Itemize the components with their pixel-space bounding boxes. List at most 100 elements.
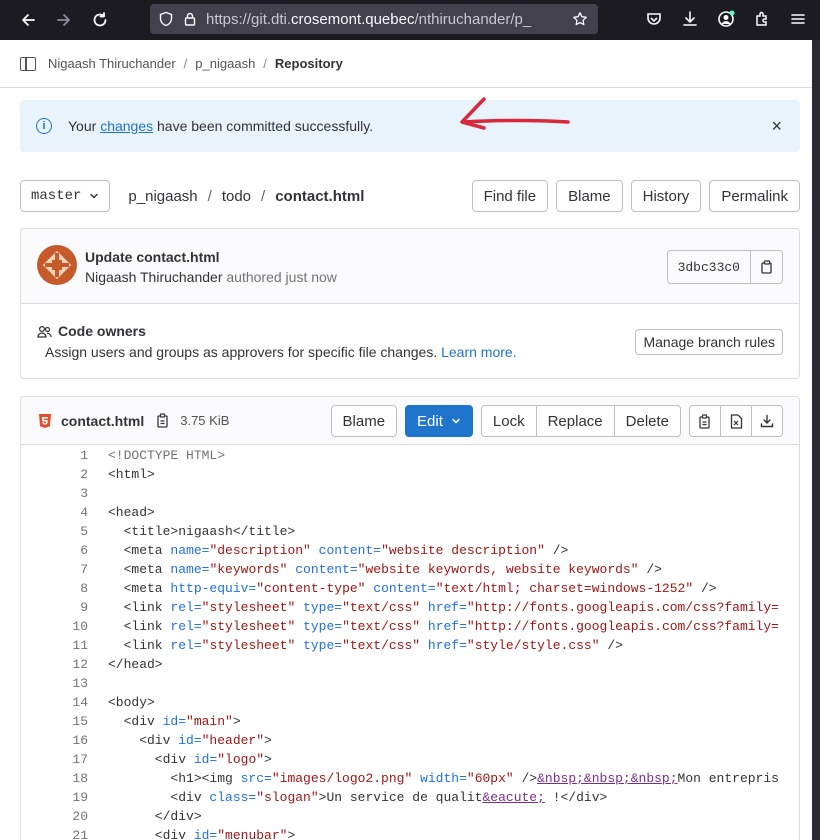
changes-link[interactable]: changes	[100, 118, 153, 134]
code-line: 17 <div id="logo">	[21, 750, 799, 769]
line-number[interactable]: 4	[21, 503, 108, 522]
file-viewer: contact.html 3.75 KiB Blame Edit Lock Re…	[20, 396, 800, 840]
copy-icon	[760, 260, 772, 274]
line-number[interactable]: 17	[21, 750, 108, 769]
line-number[interactable]: 16	[21, 731, 108, 750]
copy-icon	[699, 413, 710, 429]
line-number[interactable]: 21	[21, 826, 108, 840]
extensions-icon[interactable]	[750, 6, 774, 32]
pocket-icon[interactable]	[642, 6, 666, 32]
code-line: 8 <meta http-equiv="content-type" conten…	[21, 579, 799, 598]
line-number[interactable]: 15	[21, 712, 108, 731]
lock-icon[interactable]	[182, 11, 198, 27]
manage-branch-rules-button[interactable]: Manage branch rules	[635, 329, 783, 355]
line-source: <head>	[108, 505, 155, 520]
commit-author[interactable]: Nigaash Thiruchander	[85, 269, 223, 285]
line-number[interactable]: 14	[21, 693, 108, 712]
delete-button[interactable]: Delete	[613, 405, 681, 437]
menu-icon[interactable]	[786, 6, 810, 32]
edit-dropdown-button[interactable]: Edit	[405, 405, 473, 437]
alert-message: Your changes have been committed success…	[68, 118, 374, 134]
browser-toolbar: https://git.dti.crosemont.quebec/nthiruc…	[0, 0, 820, 40]
code-line: 2 <html>	[21, 465, 799, 484]
line-number[interactable]: 13	[21, 674, 108, 693]
copy-contents-button[interactable]	[689, 405, 721, 437]
line-number[interactable]: 5	[21, 522, 108, 541]
file-size: 3.75 KiB	[180, 413, 230, 428]
repository-toolbar: master p_nigaash / todo / contact.html F…	[20, 180, 800, 212]
open-raw-button[interactable]	[720, 405, 752, 437]
back-icon[interactable]	[15, 7, 41, 33]
info-icon: i	[36, 118, 52, 134]
code-line: 6 <meta name="description" content="webs…	[21, 541, 799, 560]
line-source: <link rel="stylesheet" type="text/css" h…	[108, 600, 779, 615]
line-number[interactable]: 10	[21, 617, 108, 636]
commit-title[interactable]: Update contact.html	[85, 249, 220, 265]
line-number[interactable]: 3	[21, 484, 108, 503]
code-line: 15 <div id="main">	[21, 712, 799, 731]
line-number[interactable]: 9	[21, 598, 108, 617]
find-file-button[interactable]: Find file	[471, 180, 549, 212]
shield-icon[interactable]	[158, 11, 174, 27]
line-number[interactable]: 18	[21, 769, 108, 788]
avatar[interactable]	[37, 245, 77, 285]
branch-selector[interactable]: master	[20, 180, 111, 212]
copy-file-path-icon[interactable]	[156, 413, 170, 428]
line-source: <meta http-equiv="content-type" content=…	[108, 581, 717, 596]
permalink-button[interactable]: Permalink	[709, 180, 800, 212]
file-header: contact.html 3.75 KiB Blame Edit Lock Re…	[21, 397, 799, 445]
line-number[interactable]: 7	[21, 560, 108, 579]
lock-button[interactable]: Lock	[480, 405, 537, 437]
download-button[interactable]	[751, 405, 783, 437]
code-line: 20 </div>	[21, 807, 799, 826]
code-line: 13	[21, 674, 799, 693]
reload-icon[interactable]	[87, 7, 113, 33]
code-line: 14 <body>	[21, 693, 799, 712]
close-icon[interactable]: ×	[771, 116, 782, 137]
path-segment[interactable]: todo	[222, 188, 251, 205]
code-line: 16 <div id="header">	[21, 731, 799, 750]
forward-icon[interactable]	[51, 7, 77, 33]
breadcrumb-separator: /	[183, 56, 188, 71]
code-line: 3	[21, 484, 799, 503]
history-button[interactable]: History	[630, 180, 702, 212]
breadcrumb-project[interactable]: p_nigaash	[195, 56, 255, 71]
line-number[interactable]: 8	[21, 579, 108, 598]
chevron-down-icon	[90, 193, 99, 199]
line-number[interactable]: 19	[21, 788, 108, 807]
users-icon	[37, 325, 52, 338]
breadcrumb-user[interactable]: Nigaash Thiruchander	[48, 56, 176, 71]
path-segment[interactable]: p_nigaash	[128, 188, 197, 205]
annotation-arrow-icon	[460, 97, 570, 130]
line-number[interactable]: 2	[21, 465, 108, 484]
sidebar-toggle-icon[interactable]	[20, 56, 36, 71]
breadcrumb-separator: /	[263, 56, 267, 71]
blame-button[interactable]: Blame	[556, 180, 623, 212]
address-bar[interactable]: https://git.dti.crosemont.quebec/nthiruc…	[150, 4, 598, 34]
file-blame-button[interactable]: Blame	[330, 405, 398, 437]
page-content: Nigaash Thiruchander / p_nigaash / Repos…	[0, 40, 812, 840]
window-edge	[812, 40, 820, 840]
account-icon[interactable]	[714, 6, 738, 32]
path-file: contact.html	[275, 187, 365, 205]
line-number[interactable]: 11	[21, 636, 108, 655]
line-number[interactable]: 12	[21, 655, 108, 674]
code-line: 21 <div id="menubar">	[21, 826, 799, 840]
commit-sha[interactable]: 3dbc33c0	[666, 250, 751, 284]
line-source: <body>	[108, 695, 155, 710]
line-source: <div id="main">	[108, 714, 241, 729]
code-line: 1 <!DOCTYPE HTML>	[21, 446, 799, 465]
code-line: 11 <link rel="stylesheet" type="text/css…	[21, 636, 799, 655]
bookmark-star-icon[interactable]	[572, 11, 588, 27]
line-number[interactable]: 1	[21, 446, 108, 465]
code-line: 18 <h1><img src="images/logo2.png" width…	[21, 769, 799, 788]
learn-more-link[interactable]: Learn more.	[441, 344, 516, 360]
line-number[interactable]: 6	[21, 541, 108, 560]
download-icon[interactable]	[678, 6, 702, 32]
copy-sha-button[interactable]	[751, 250, 783, 284]
code-line: 10 <link rel="stylesheet" type="text/css…	[21, 617, 799, 636]
commit-meta: authored just now	[226, 269, 337, 285]
replace-button[interactable]: Replace	[535, 405, 615, 437]
breadcrumb-current[interactable]: Repository	[275, 56, 343, 71]
line-number[interactable]: 20	[21, 807, 108, 826]
